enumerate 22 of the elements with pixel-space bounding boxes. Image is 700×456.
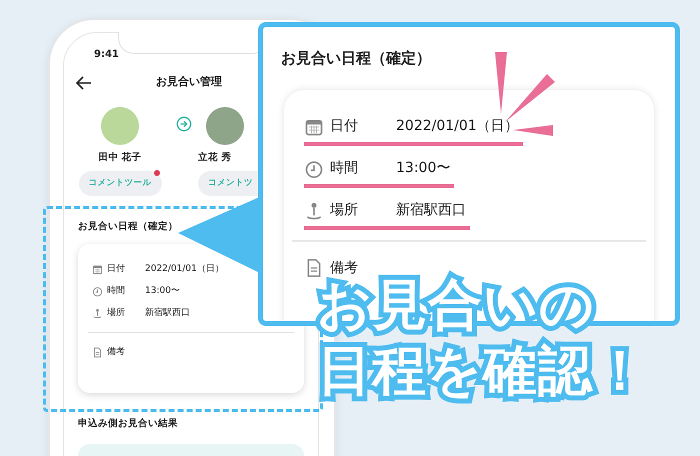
section-title: お見合い日程（確定） [77,220,179,234]
callout-title: お見合い日程（確定） [280,48,432,69]
field-value: 2022/01/01（日） [396,117,519,136]
field-label: 場所 [330,201,359,220]
field-value: 新宿駅西口 [396,201,466,220]
field-label: 時間 [330,159,359,178]
person-name: 立花 秀 [198,151,232,165]
field-label: 日付 [330,117,359,136]
field-label: 備考 [330,258,358,276]
section-title: 申込み側お見合い結果 [77,417,179,432]
field-label: 場所 [107,306,126,320]
screen-title: お見合い管理 [155,74,223,90]
field-label: 時間 [107,284,126,298]
status-time: 9:41 [94,49,119,60]
person-name: 田中 花子 [98,151,142,165]
comment-tool-button[interactable]: コメントツール [78,171,162,196]
field-label: 日付 [107,262,126,276]
field-value: 13:00〜 [396,159,450,178]
field-value: 2022/01/01（日） [145,262,224,276]
field-label: 備考 [107,346,125,358]
field-value: 新宿駅西口 [145,306,190,320]
field-value: 13:00〜 [145,284,180,298]
